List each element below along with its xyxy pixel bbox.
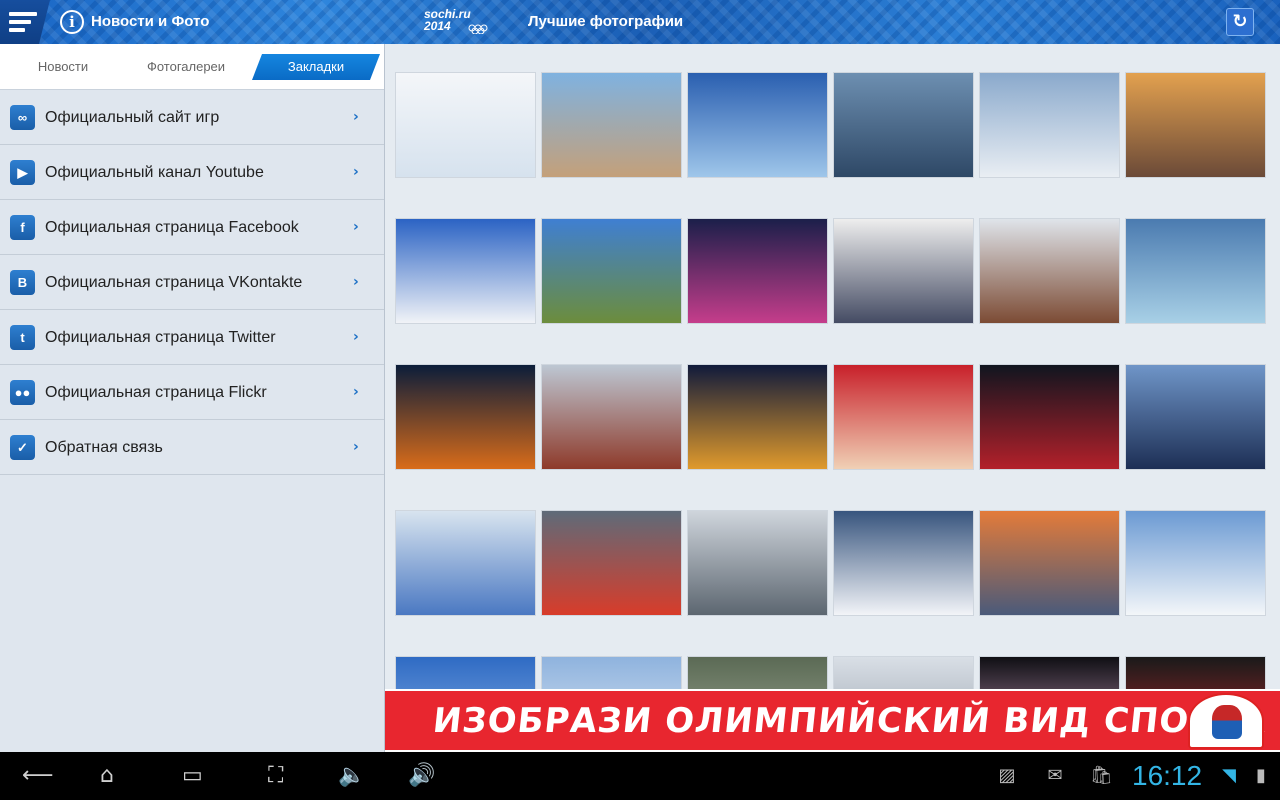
screenshot-icon[interactable]: ⛶ <box>268 762 283 790</box>
torch-ceremony-photo[interactable] <box>687 364 828 470</box>
bookmark-label: Обратная связь <box>45 438 163 456</box>
tab-bar: Новости Фотогалереи Закладки <box>0 44 384 90</box>
bookmark-link[interactable]: ▶ Официальный канал Youtube › <box>0 145 384 200</box>
rafting-photo[interactable] <box>541 510 682 616</box>
tab-bookmarks[interactable]: Закладки <box>252 54 380 80</box>
bookmark-link[interactable]: ✓ Обратная связь › <box>0 420 384 475</box>
torch-stage-photo[interactable] <box>395 364 536 470</box>
recent-apps-icon[interactable]: ▭ <box>182 762 203 790</box>
mascots-snowboard-photo[interactable] <box>395 72 536 178</box>
snow-maiden-photo[interactable] <box>395 510 536 616</box>
gallery-notification-icon: ▨ <box>998 765 1016 786</box>
iceberg-palace-photo[interactable] <box>687 72 828 178</box>
banner-text: ИЗОБРАЗИ ОЛИМПИЙСКИЙ ВИД СПОРТА <box>430 701 1269 741</box>
arena-sunset-photo[interactable] <box>541 72 682 178</box>
app-title: Новости и Фото <box>91 13 210 30</box>
bookmark-label: Официальная страница Facebook <box>45 218 299 236</box>
mountain-village-photo[interactable] <box>979 72 1120 178</box>
wifi-icon: ◥ <box>1222 765 1236 786</box>
youtube-icon: ▶ <box>10 160 35 185</box>
back-icon[interactable]: ⟵ <box>22 762 54 790</box>
battery-icon: ▮ <box>1256 765 1266 786</box>
info-icon[interactable]: i <box>60 10 84 34</box>
hamburger-icon-line <box>9 20 31 24</box>
bookmark-label: Официальный канал Youtube <box>45 163 264 181</box>
hockey-pucks-photo[interactable] <box>833 218 974 324</box>
chevron-right-icon: › <box>353 274 359 290</box>
skier-mountains-photo[interactable] <box>833 510 974 616</box>
bookmark-label: Официальный сайт игр <box>45 108 220 126</box>
tab-galleries[interactable]: Фотогалереи <box>132 54 240 80</box>
home-icon[interactable]: ⌂ <box>100 762 114 790</box>
system-bar: 16:12 ⟵ ⌂ ▭ ⛶ 🔈 🔊 ▨ ✉ 🛍 ◥ ▮ <box>0 752 1280 800</box>
photo-gallery <box>385 44 1280 752</box>
snow-cannon-sunset-photo[interactable] <box>1125 72 1266 178</box>
bookmark-link[interactable]: ∞ Официальный сайт игр › <box>0 90 384 145</box>
refresh-button[interactable]: ↻ <box>1226 8 1254 36</box>
chevron-right-icon: › <box>353 329 359 345</box>
flickr-icon: ●● <box>10 380 35 405</box>
palms-snow-photo[interactable] <box>395 218 536 324</box>
hamburger-icon <box>9 12 37 16</box>
chevron-right-icon: › <box>353 219 359 235</box>
volume-up-icon[interactable]: 🔊 <box>408 762 435 790</box>
bookmark-link[interactable]: ●● Официальная страница Flickr › <box>0 365 384 420</box>
helicopter-photo[interactable] <box>1125 364 1266 470</box>
vkontakte-icon: В <box>10 270 35 295</box>
ad-banner[interactable]: ИЗОБРАЗИ ОЛИМПИЙСКИЙ ВИД СПОРТА <box>385 689 1280 752</box>
bookmark-link[interactable]: t Официальная страница Twitter › <box>0 310 384 365</box>
torchbearer-portrait-photo[interactable] <box>833 364 974 470</box>
twitter-icon: t <box>10 325 35 350</box>
feedback-icon: ✓ <box>10 435 35 460</box>
bookmark-label: Официальная страница Flickr <box>45 383 267 401</box>
bookmark-label: Официальная страница VKontakte <box>45 273 303 291</box>
chevron-right-icon: › <box>353 164 359 180</box>
left-panel: Новости Фотогалереи Закладки ∞ Официальны… <box>0 44 385 752</box>
olympic-rings-icon <box>468 24 488 34</box>
volume-down-icon[interactable]: 🔈 <box>338 762 365 790</box>
chevron-right-icon: › <box>353 384 359 400</box>
chevron-right-icon: › <box>353 109 359 125</box>
stadium-seats-photo[interactable] <box>833 72 974 178</box>
facebook-icon: f <box>10 215 35 240</box>
chevron-right-icon: › <box>353 439 359 455</box>
refresh-icon: ↻ <box>1232 11 1248 32</box>
countdown-clock-photo[interactable] <box>1125 218 1266 324</box>
horse-riders-photo[interactable] <box>979 218 1120 324</box>
gmail-notification-icon: ✉ <box>1047 765 1063 786</box>
tab-news[interactable]: Новости <box>20 54 106 80</box>
bookmark-label: Официальная страница Twitter <box>45 328 276 346</box>
top-bar: i Новости и Фото sochi.ru 2014 Лучшие фо… <box>0 0 1280 44</box>
bookmark-link[interactable]: В Официальная страница VKontakte › <box>0 255 384 310</box>
athlete-mascot-icon <box>1188 693 1264 749</box>
palm-stadium-photo[interactable] <box>541 218 682 324</box>
bobsleigh-track-photo[interactable] <box>687 510 828 616</box>
bookmark-list: ∞ Официальный сайт игр › ▶ Официальный канал… <box>0 90 384 475</box>
store-notification-icon: 🛍 <box>1090 765 1113 786</box>
section-title: Лучшие фотографии <box>528 13 684 30</box>
sunset-stadium-photo[interactable] <box>979 510 1120 616</box>
reindeer-crowd-photo[interactable] <box>541 364 682 470</box>
olympic-rings-icon: ∞ <box>10 105 35 130</box>
fisht-stadium-night-photo[interactable] <box>687 218 828 324</box>
menu-button[interactable] <box>0 0 50 44</box>
sochi-logo: sochi.ru 2014 <box>424 8 496 36</box>
red-carpet-photo[interactable] <box>979 364 1120 470</box>
hamburger-icon-line <box>9 28 25 32</box>
clock: 16:12 <box>1132 760 1203 791</box>
biathlon-center-photo[interactable] <box>1125 510 1266 616</box>
bookmark-link[interactable]: f Официальная страница Facebook › <box>0 200 384 255</box>
